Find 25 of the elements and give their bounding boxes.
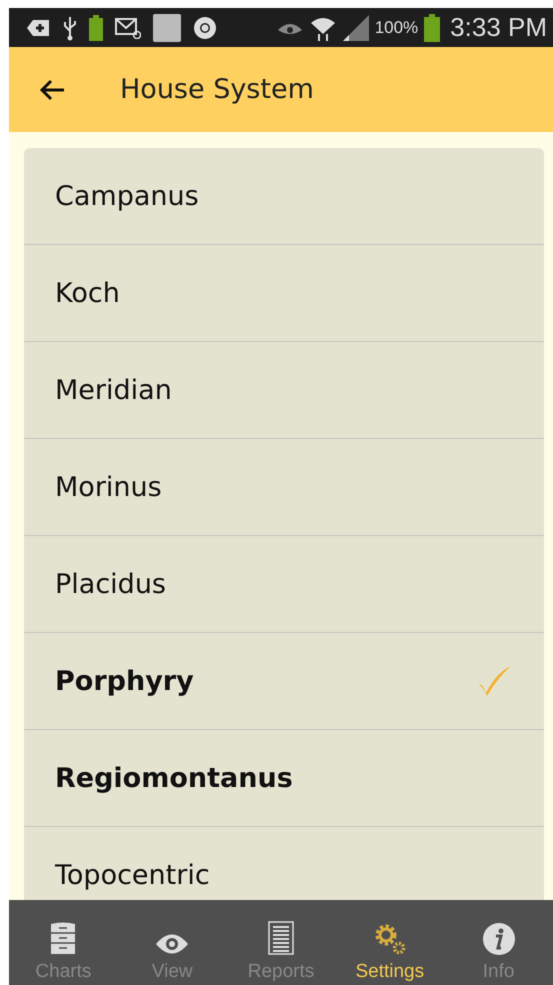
list-item[interactable]: Morinus: [24, 439, 544, 536]
document-icon: [268, 921, 294, 955]
browser-icon: [193, 16, 217, 40]
list-item[interactable]: Koch: [24, 245, 544, 342]
usb-icon: [63, 14, 77, 40]
signal-icon: [342, 14, 369, 40]
mail-icon: [115, 16, 141, 38]
clock: 3:33 PM: [450, 12, 547, 43]
battery-icon: [424, 14, 440, 42]
eye-icon: [155, 933, 190, 955]
app-icon: [153, 14, 181, 42]
info-icon: [482, 923, 515, 955]
list-item[interactable]: Porphyry: [24, 633, 544, 730]
list-item[interactable]: Regiomontanus: [24, 730, 544, 827]
list-item[interactable]: Campanus: [24, 148, 544, 245]
battery-icon: [89, 14, 103, 40]
tab[interactable]: Settings: [335, 900, 444, 985]
battery-percent: 100%: [374, 18, 418, 38]
back-icon[interactable]: [39, 78, 65, 100]
cabinet-icon: [50, 921, 76, 955]
list-item[interactable]: Meridian: [24, 342, 544, 439]
list-item[interactable]: Placidus: [24, 536, 544, 633]
notification-icon: [27, 18, 51, 38]
gears-icon: [374, 923, 406, 955]
screen-title: House System: [120, 74, 314, 105]
